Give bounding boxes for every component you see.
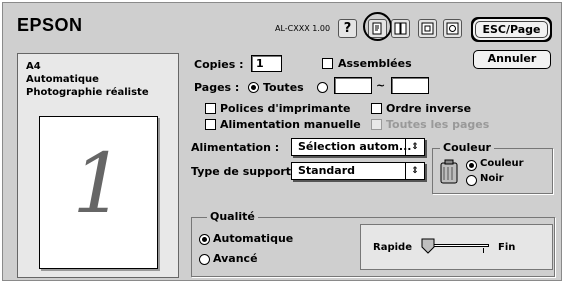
copies-field[interactable]: 1 bbox=[251, 55, 282, 72]
pages-from-field[interactable] bbox=[334, 77, 372, 94]
speed-quality-slider[interactable] bbox=[421, 238, 491, 257]
slider-thumb[interactable] bbox=[421, 238, 435, 257]
reverse-order-label: Ordre inverse bbox=[386, 102, 472, 115]
preview-page-number: 1 bbox=[72, 137, 125, 232]
color-group-title: Couleur bbox=[440, 141, 494, 154]
cancel-button[interactable]: Annuler bbox=[473, 50, 551, 69]
ink-cartridge-icon bbox=[439, 159, 459, 185]
all-pages-checkbox bbox=[371, 119, 382, 130]
collate-checkbox[interactable] bbox=[322, 58, 333, 69]
printer-fonts-checkbox[interactable] bbox=[205, 103, 216, 114]
pages-to-field[interactable] bbox=[391, 77, 429, 94]
summary-mode: Photographie réaliste bbox=[26, 87, 149, 98]
print-dialog-window: EPSON AL-CXXX 1.00 ? ESC/Page Annuler A4… bbox=[2, 2, 562, 281]
epson-logo: EPSON bbox=[17, 15, 83, 35]
pages-range-radio[interactable] bbox=[317, 82, 328, 93]
paper-source-select[interactable]: Sélection autom... ⇕ bbox=[291, 138, 425, 156]
quality-advanced-label: Avancé bbox=[213, 252, 258, 265]
copies-value: 1 bbox=[256, 57, 264, 70]
quality-auto-radio[interactable] bbox=[199, 234, 210, 245]
quality-auto-label: Automatique bbox=[213, 232, 294, 245]
esc-page-button-label: ESC/Page bbox=[475, 21, 548, 38]
pages-range-separator: ~ bbox=[376, 79, 386, 92]
select-arrows-icon: ⇕ bbox=[405, 163, 424, 179]
manual-feed-checkbox[interactable] bbox=[205, 119, 216, 130]
page-preview: 1 bbox=[39, 116, 158, 269]
media-type-label: Type de support : bbox=[191, 165, 300, 178]
layout-icon-highlight-circle bbox=[363, 12, 392, 41]
esc-page-button[interactable]: ESC/Page bbox=[471, 17, 552, 42]
slider-tick bbox=[483, 248, 484, 253]
pages-all-radio[interactable] bbox=[248, 82, 259, 93]
paper-source-value: Sélection autom... bbox=[298, 140, 412, 153]
all-pages-label: Toutes les pages bbox=[386, 118, 490, 131]
paper-source-label: Alimentation : bbox=[191, 141, 280, 154]
color-radio[interactable] bbox=[466, 160, 477, 171]
printer-fonts-label: Polices d'imprimante bbox=[220, 102, 351, 115]
help-icon[interactable]: ? bbox=[338, 19, 357, 38]
mono-radio-label: Noir bbox=[480, 173, 504, 184]
summary-paper: A4 bbox=[26, 61, 41, 72]
summary-feed: Automatique bbox=[26, 74, 99, 85]
utility-icon[interactable] bbox=[443, 19, 462, 38]
select-arrows-icon: ⇕ bbox=[405, 139, 424, 155]
copies-label: Copies : bbox=[194, 58, 244, 71]
pages-all-label: Toutes bbox=[263, 81, 304, 94]
watermark-icon[interactable] bbox=[391, 19, 410, 38]
slider-fine-label: Fin bbox=[498, 242, 516, 253]
page-setup-icon[interactable] bbox=[418, 19, 437, 38]
media-type-select[interactable]: Standard ⇕ bbox=[291, 162, 425, 180]
collate-label: Assemblées bbox=[338, 57, 412, 70]
quality-advanced-radio[interactable] bbox=[199, 254, 210, 265]
reverse-order-checkbox[interactable] bbox=[371, 103, 382, 114]
manual-feed-label: Alimentation manuelle bbox=[220, 118, 361, 131]
slider-fast-label: Rapide bbox=[373, 242, 412, 253]
pages-label: Pages : bbox=[194, 81, 240, 94]
printer-model-label: AL-CXXX 1.00 bbox=[275, 24, 331, 33]
quality-group-title: Qualité bbox=[207, 210, 258, 223]
media-type-value: Standard bbox=[298, 164, 356, 177]
color-radio-label: Couleur bbox=[480, 158, 524, 169]
mono-radio[interactable] bbox=[466, 175, 477, 186]
